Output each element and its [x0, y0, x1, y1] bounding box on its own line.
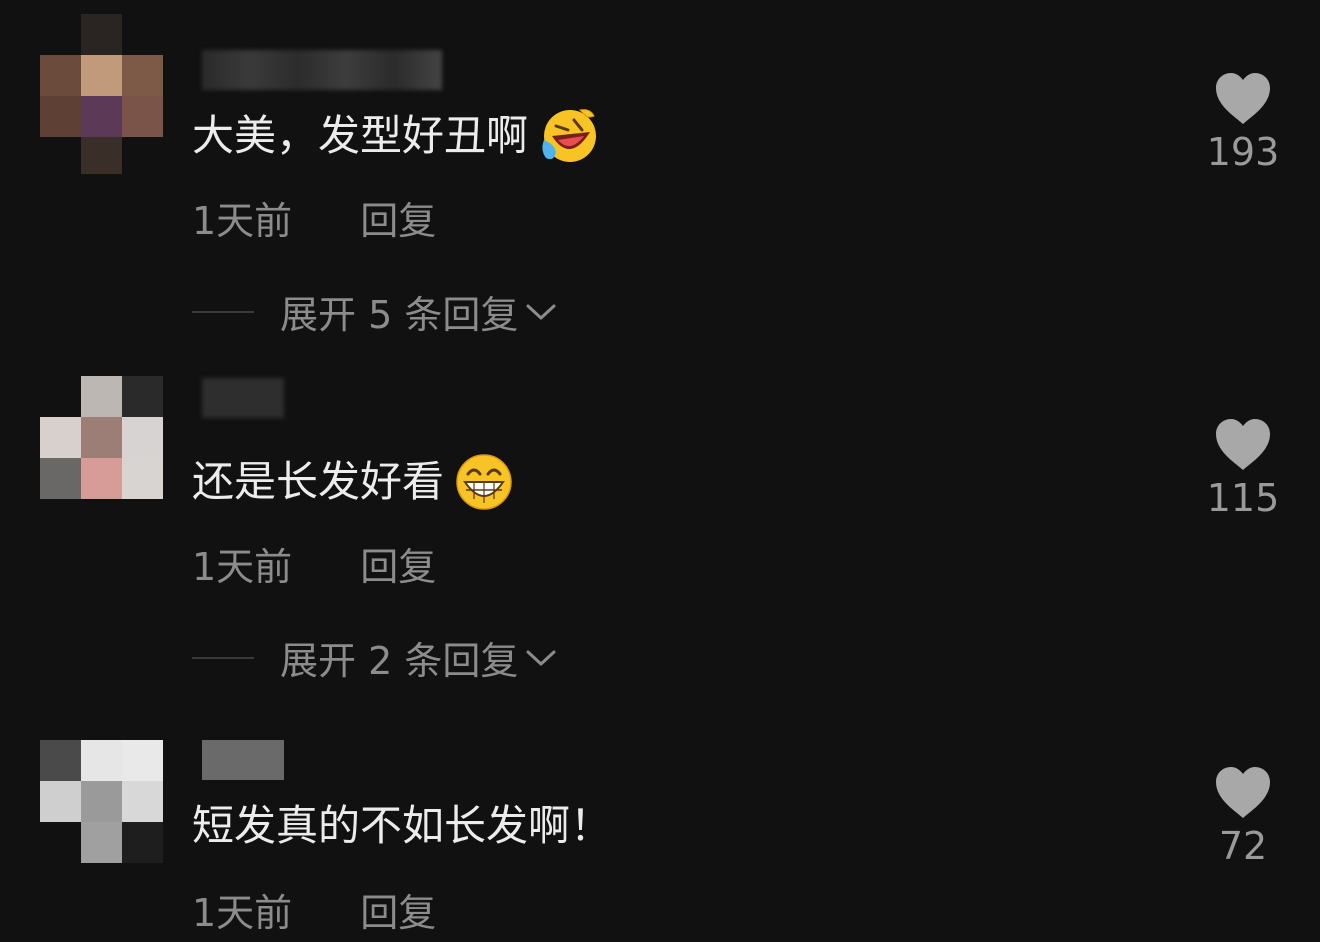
comment-time: 1天前 [192, 891, 293, 935]
expand-replies-label: 展开 2 条回复 [280, 639, 519, 683]
avatar[interactable] [40, 14, 163, 174]
like-count: 72 [1218, 824, 1268, 868]
comment-meta: 1天前 回复 [192, 190, 436, 245]
comment-text: 大美，发型好丑啊 [192, 106, 598, 166]
laughing-crying-emoji-icon [542, 109, 597, 162]
comment-meta: 1天前 回复 [192, 882, 436, 937]
reply-button[interactable]: 回复 [360, 190, 436, 245]
expand-replies-button[interactable]: 展开 2 条回复 [192, 630, 558, 685]
divider [192, 656, 254, 659]
grinning-emoji-icon [456, 454, 512, 510]
expand-replies-button[interactable]: 展开 5 条回复 [192, 284, 558, 339]
comment-time: 1天前 [192, 199, 293, 243]
comment-text: 还是长发好看 [192, 452, 514, 512]
avatar[interactable] [40, 376, 163, 499]
comment-time: 1天前 [192, 545, 293, 589]
like-count: 193 [1206, 130, 1280, 174]
heart-icon [1216, 767, 1270, 818]
heart-icon [1216, 419, 1270, 470]
expand-replies-label: 展开 5 条回复 [280, 293, 519, 337]
comment-body: 大美，发型好丑啊 [192, 111, 529, 160]
like-button[interactable]: 72 [1192, 766, 1294, 868]
avatar[interactable] [40, 740, 163, 863]
comment-meta: 1天前 回复 [192, 536, 436, 591]
username[interactable] [202, 50, 442, 90]
comment-body: 还是长发好看 [192, 457, 445, 506]
divider [192, 310, 254, 313]
reply-button[interactable]: 回复 [360, 536, 436, 591]
heart-icon [1216, 73, 1270, 124]
reply-button[interactable]: 回复 [360, 882, 436, 937]
comment-body: 短发真的不如长发啊！ [192, 801, 613, 850]
like-button[interactable]: 193 [1192, 72, 1294, 174]
comment-text: 短发真的不如长发啊！ [192, 798, 612, 854]
like-button[interactable]: 115 [1192, 418, 1294, 520]
chevron-down-icon [526, 304, 556, 319]
username[interactable] [202, 378, 284, 418]
like-count: 115 [1206, 476, 1280, 520]
chevron-down-icon [526, 650, 556, 665]
username[interactable] [202, 740, 284, 780]
